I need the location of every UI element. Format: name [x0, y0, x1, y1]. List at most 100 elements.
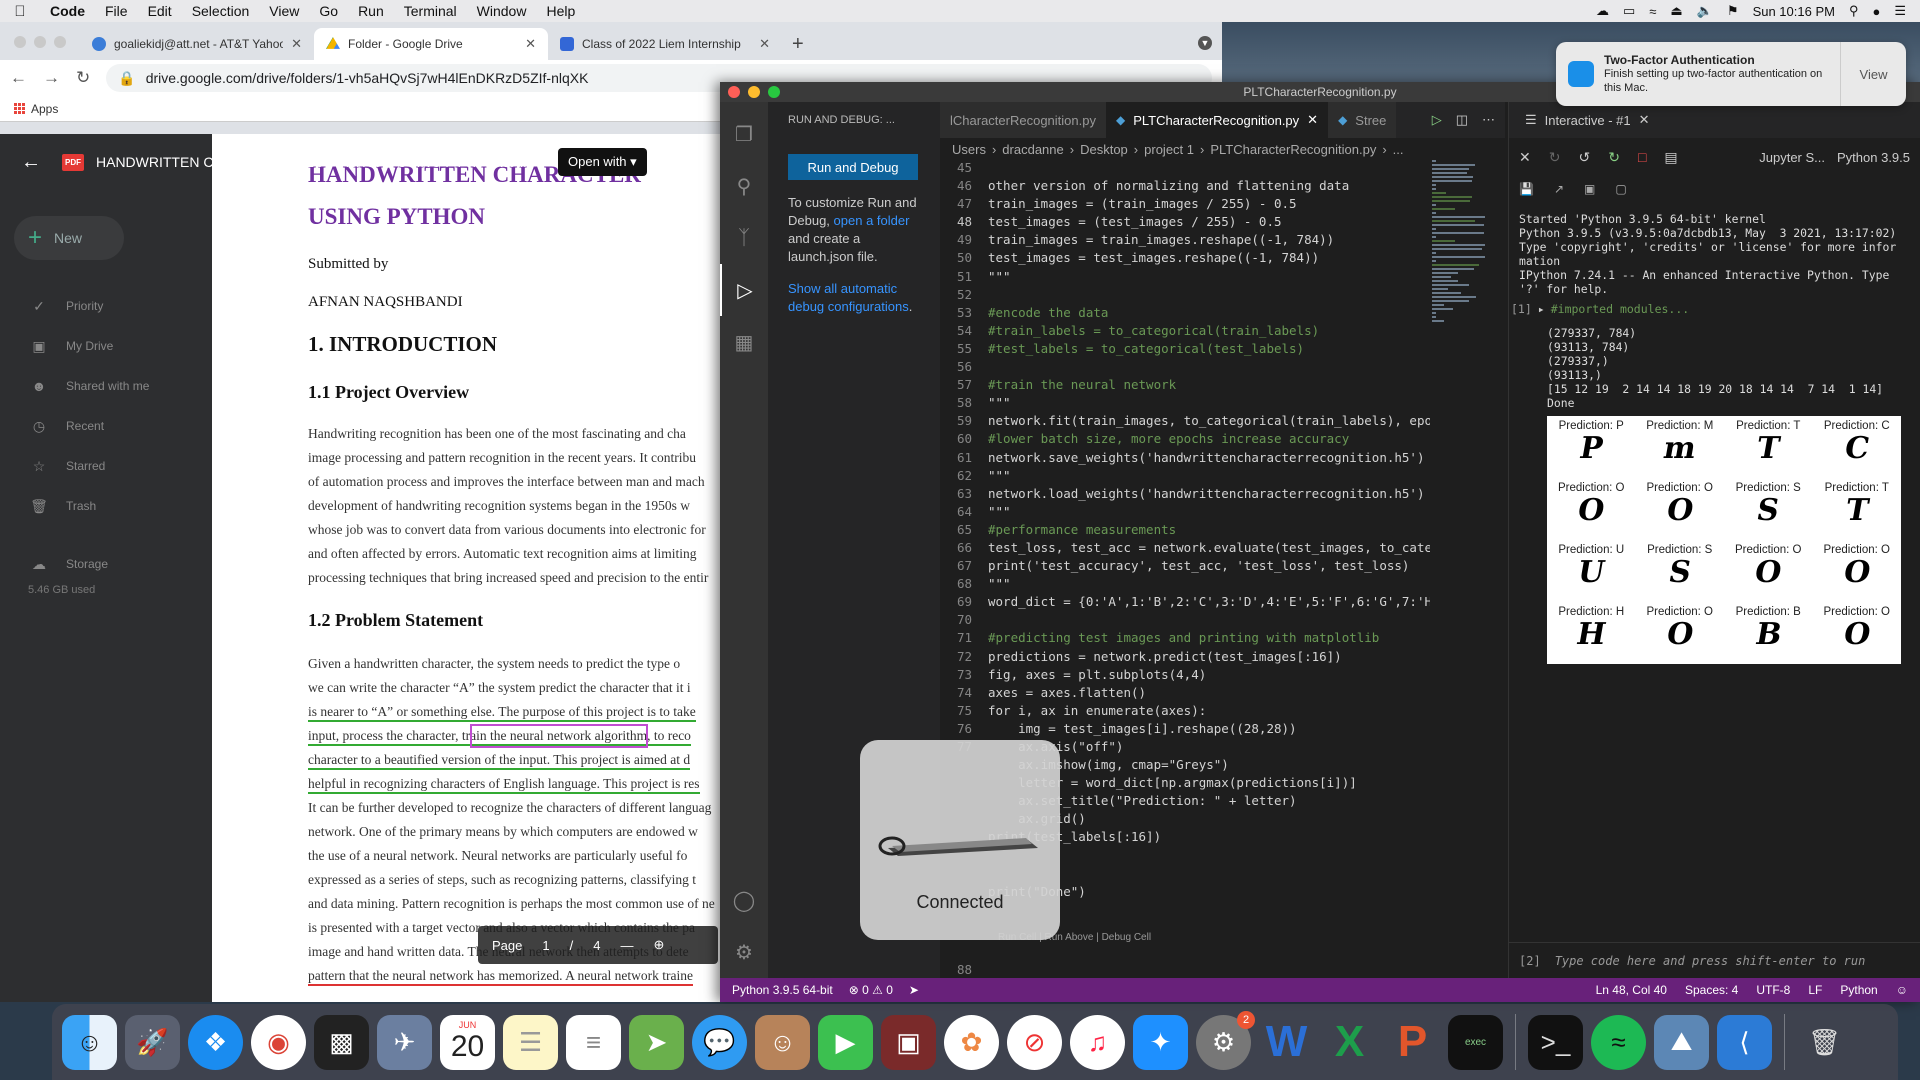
zoom-in-icon[interactable]: ⊕ — [653, 937, 664, 953]
chevron-right-icon[interactable]: ▸ — [1538, 302, 1545, 316]
code-line[interactable]: 56 — [940, 359, 1430, 377]
close-tab-icon[interactable]: ✕ — [525, 36, 536, 52]
menu-terminal[interactable]: Terminal — [394, 3, 467, 19]
code-line[interactable]: 46 other version of normalizing and flatt… — [940, 178, 1430, 196]
launchpad-icon[interactable]: 🚀 — [125, 1014, 180, 1070]
collapse-all-icon[interactable]: ▢ — [1615, 182, 1626, 196]
code-line[interactable]: 47 train_images = (train_images / 255) - … — [940, 196, 1430, 214]
photo-booth-icon[interactable]: ▩ — [314, 1014, 369, 1070]
live-share-icon[interactable]: ➤ — [909, 983, 919, 997]
extensions-icon[interactable]: ▦ — [720, 316, 768, 368]
zoom-out-icon[interactable]: — — [620, 938, 633, 953]
close-tab-icon[interactable]: ✕ — [759, 36, 770, 52]
menu-go[interactable]: Go — [309, 3, 348, 19]
more-actions-icon[interactable]: ⋯ — [1482, 112, 1495, 128]
notes-icon[interactable]: ☰ — [503, 1014, 558, 1070]
code-line[interactable]: 69 word_dict = {0:'A',1:'B',2:'C',3:'D',4… — [940, 594, 1430, 612]
menu-view[interactable]: View — [259, 3, 309, 19]
back-arrow-icon[interactable]: ← — [0, 151, 62, 174]
eject-icon[interactable]: ⏏ — [1670, 3, 1682, 19]
menu-help[interactable]: Help — [536, 3, 585, 19]
open-folder-link[interactable]: open a folder — [834, 213, 910, 228]
run-and-debug-button[interactable]: Run and Debug — [788, 154, 918, 180]
gear-icon[interactable]: ⚙ — [720, 926, 768, 978]
show-all-debug-configs-link[interactable]: Show all automatic debug configurations — [788, 281, 909, 314]
kernel-selector[interactable]: Jupyter S... Python 3.9.5 — [1759, 150, 1910, 165]
photo-app-icon[interactable]: ▣ — [881, 1014, 936, 1070]
volume-icon[interactable]: 🔈 — [1697, 3, 1713, 19]
code-line[interactable]: 49 train_images = train_images.reshape((-… — [940, 232, 1430, 250]
close-window-button[interactable] — [14, 36, 26, 48]
menu-app-name[interactable]: Code — [40, 3, 95, 19]
drive-nav-priority[interactable]: ✓ Priority — [0, 286, 212, 326]
code-line[interactable]: 71 #predicting test images and printing w… — [940, 630, 1430, 648]
breadcrumb-item[interactable]: Users — [952, 142, 986, 157]
run-debug-icon[interactable]: ▷ — [720, 264, 768, 316]
flag-icon[interactable]: ⚑ — [1727, 3, 1739, 19]
forward-arrow-icon[interactable]: → — [43, 68, 60, 88]
indentation[interactable]: Spaces: 4 — [1685, 983, 1738, 997]
split-editor-icon[interactable]: ◫ — [1456, 112, 1468, 128]
drive-nav-trash[interactable]: 🗑 Trash — [0, 486, 212, 526]
new-button[interactable]: + New — [14, 216, 124, 260]
cursor-position[interactable]: Ln 48, Col 40 — [1596, 983, 1667, 997]
new-tab-button[interactable]: + — [782, 33, 814, 60]
feedback-icon[interactable]: ☺ — [1896, 983, 1908, 997]
contacts-icon[interactable]: ☺ — [755, 1014, 810, 1070]
breadcrumb-item[interactable]: dracdanne — [1002, 142, 1063, 157]
drive-nav-shared[interactable]: ☻ Shared with me — [0, 366, 212, 406]
restart-kernel-icon[interactable]: ↻ — [1608, 149, 1620, 166]
wifi-icon[interactable]: ≈ — [1649, 4, 1656, 19]
code-line[interactable]: 53 #encode the data — [940, 305, 1430, 323]
code-line[interactable]: 62 """ — [940, 468, 1430, 486]
run-file-icon[interactable]: ▷ — [1432, 112, 1442, 128]
chrome-icon[interactable]: ◉ — [251, 1014, 306, 1070]
source-control-icon[interactable]: ᛉ — [720, 212, 768, 264]
code-line[interactable]: 66 test_loss, test_acc = network.evaluate… — [940, 540, 1430, 558]
minimap[interactable] — [1432, 160, 1492, 920]
tab-search-icon[interactable]: ▼ — [1198, 36, 1212, 50]
spotify-icon[interactable]: ≈ — [1591, 1014, 1646, 1070]
breadcrumb-item[interactable]: PLTCharacterRecognition.py — [1210, 142, 1376, 157]
word-icon[interactable]: W — [1259, 1015, 1314, 1070]
code-line[interactable]: 63 network.load_weights('handwrittenchara… — [940, 486, 1430, 504]
breadcrumb-item[interactable]: project 1 — [1144, 142, 1194, 157]
python-interpreter[interactable]: Python 3.9.5 64-bit — [732, 983, 833, 997]
preview-icon[interactable]: ✈ — [377, 1014, 432, 1070]
chrome-tab-drive[interactable]: Folder - Google Drive ✕ — [314, 28, 548, 60]
interactive-tab[interactable]: ☰ Interactive - #1 ✕ — [1509, 102, 1920, 138]
editor-tab[interactable]: ◆ Stree — [1328, 102, 1397, 138]
open-with-button[interactable]: Open with ▾ — [558, 148, 647, 176]
code-line[interactable]: 72 predictions = network.predict(test_ima… — [940, 649, 1430, 667]
code-line[interactable]: 54 #train_labels = to_categorical(train_l… — [940, 323, 1430, 341]
app-store-icon[interactable]: ✦ — [1133, 1014, 1188, 1070]
maps-icon[interactable]: ➤ — [629, 1014, 684, 1070]
terminal-icon[interactable]: >_ — [1528, 1014, 1583, 1070]
code-line[interactable]: 52 — [940, 287, 1430, 305]
menu-file[interactable]: File — [95, 3, 138, 19]
finder-icon[interactable]: ☺ — [62, 1014, 117, 1070]
variables-icon[interactable]: ▤ — [1664, 149, 1677, 166]
explorer-icon[interactable]: ❐ — [720, 108, 768, 160]
calendar-icon[interactable]: JUN 20 — [440, 1014, 495, 1070]
back-arrow-icon[interactable]: ← — [10, 68, 27, 88]
code-line[interactable]: 55 #test_labels = to_categorical(test_lab… — [940, 341, 1430, 359]
music-icon[interactable]: ♫ — [1070, 1014, 1125, 1070]
code-line[interactable]: 70 — [940, 612, 1430, 630]
menu-window[interactable]: Window — [467, 3, 537, 19]
reload-icon[interactable]: ↻ — [76, 68, 90, 88]
powerpoint-icon[interactable]: P — [1385, 1015, 1440, 1070]
breadcrumb-item[interactable]: ... — [1393, 142, 1404, 157]
excel-icon[interactable]: X — [1322, 1015, 1377, 1070]
apps-bookmark[interactable]: Apps — [31, 102, 58, 116]
drive-nav-recent[interactable]: ◷ Recent — [0, 406, 212, 446]
reminders-icon[interactable]: ≡ — [566, 1014, 621, 1070]
close-tab-icon[interactable]: ✕ — [1639, 112, 1650, 128]
search-icon[interactable]: ⚲ — [720, 160, 768, 212]
code-line[interactable]: 73 fig, axes = plt.subplots(4,4) — [940, 667, 1430, 685]
redo-icon[interactable]: ↻ — [1549, 149, 1561, 166]
drive-nav-starred[interactable]: ☆ Starred — [0, 446, 212, 486]
menu-run[interactable]: Run — [348, 3, 394, 19]
code-line[interactable]: 48 test_images = (test_images / 255) - 0.… — [940, 214, 1430, 232]
code-line[interactable]: 67 print('test_accuracy', test_acc, 'test… — [940, 558, 1430, 576]
